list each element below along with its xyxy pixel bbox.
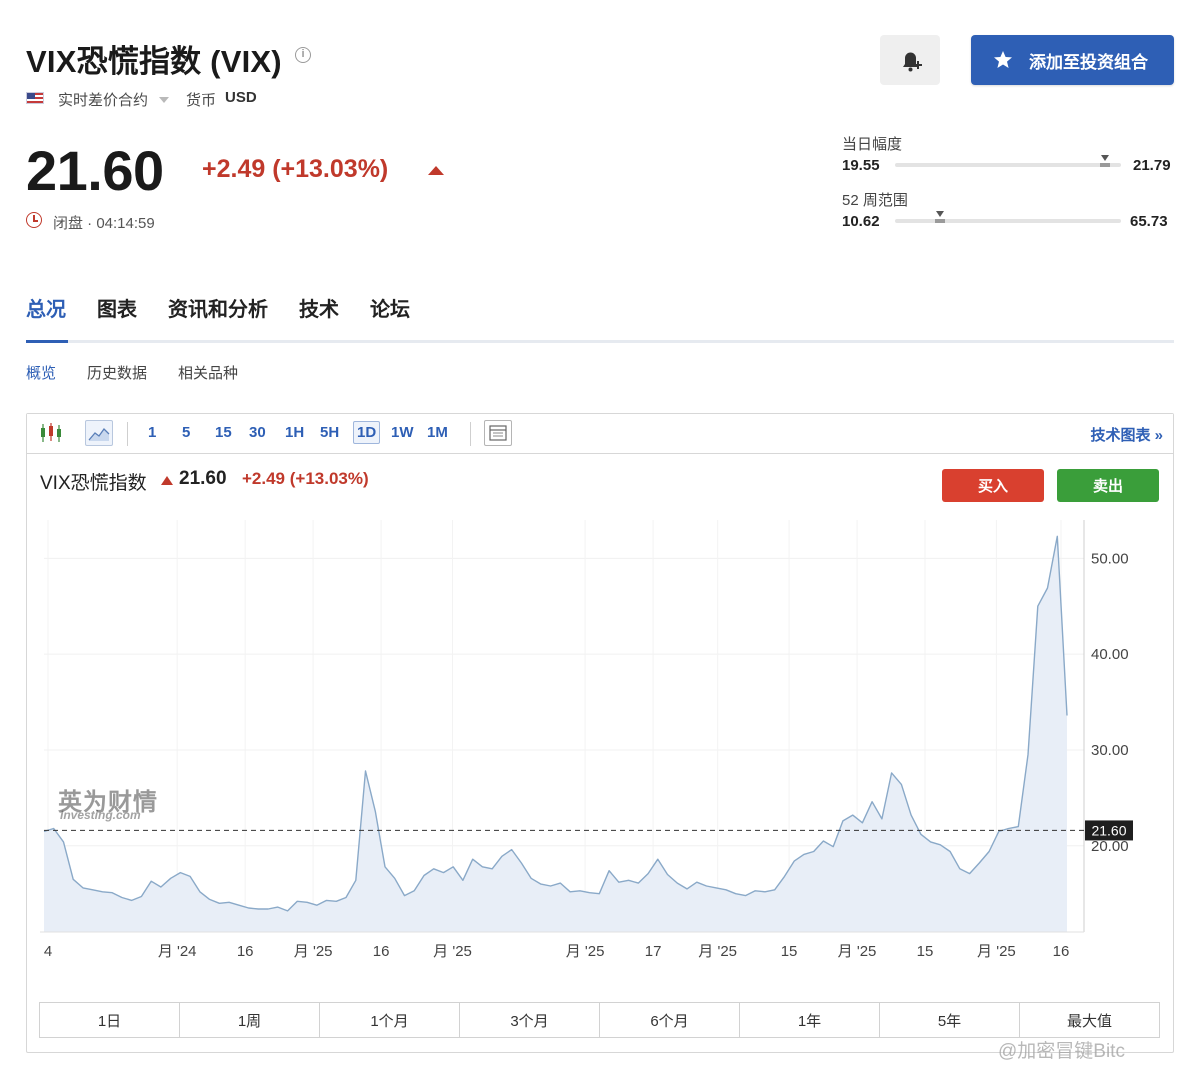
- period-max[interactable]: 最大值: [1020, 1003, 1159, 1037]
- period-6m[interactable]: 6个月: [600, 1003, 740, 1037]
- x-tick-label: 月 '25: [977, 943, 1016, 960]
- period-1d[interactable]: 1日: [40, 1003, 180, 1037]
- x-tick-label: 月 '25: [433, 943, 472, 960]
- period-3m[interactable]: 3个月: [460, 1003, 600, 1037]
- period-5y[interactable]: 5年: [880, 1003, 1020, 1037]
- x-tick-label: 15: [781, 943, 798, 960]
- period-selector: 1日 1周 1个月 3个月 6个月 1年 5年 最大值: [39, 1002, 1160, 1038]
- watermark-sub: Investing.com: [60, 808, 141, 822]
- period-1w[interactable]: 1周: [180, 1003, 320, 1037]
- x-tick-label: 4: [44, 943, 52, 960]
- x-tick-label: 16: [1053, 943, 1070, 960]
- x-tick-label: 17: [645, 943, 662, 960]
- period-1y[interactable]: 1年: [740, 1003, 880, 1037]
- y-tick-label: 50.00: [1091, 550, 1129, 567]
- x-tick-label: 16: [237, 943, 254, 960]
- last-price-tag-label: 21.60: [1091, 822, 1126, 838]
- price-chart[interactable]: 20.0030.0040.0050.004 月 '24 16 月 '25 16 月 '25…: [0, 0, 1200, 1071]
- x-tick-label: 15: [917, 943, 934, 960]
- y-tick-label: 40.00: [1091, 646, 1129, 663]
- x-tick-label: 月 '25: [838, 943, 877, 960]
- y-tick-label: 30.00: [1091, 742, 1129, 759]
- period-1m[interactable]: 1个月: [320, 1003, 460, 1037]
- x-tick-label: 月 '25: [698, 943, 737, 960]
- series-area: [44, 536, 1067, 932]
- corner-watermark: @加密冒键Bitc: [998, 1041, 1125, 1062]
- x-tick-label: 月 '25: [566, 943, 605, 960]
- x-tick-label: 16: [373, 943, 390, 960]
- x-tick-label: 月 '25: [294, 943, 333, 960]
- x-tick-label: 月 '24: [158, 943, 197, 960]
